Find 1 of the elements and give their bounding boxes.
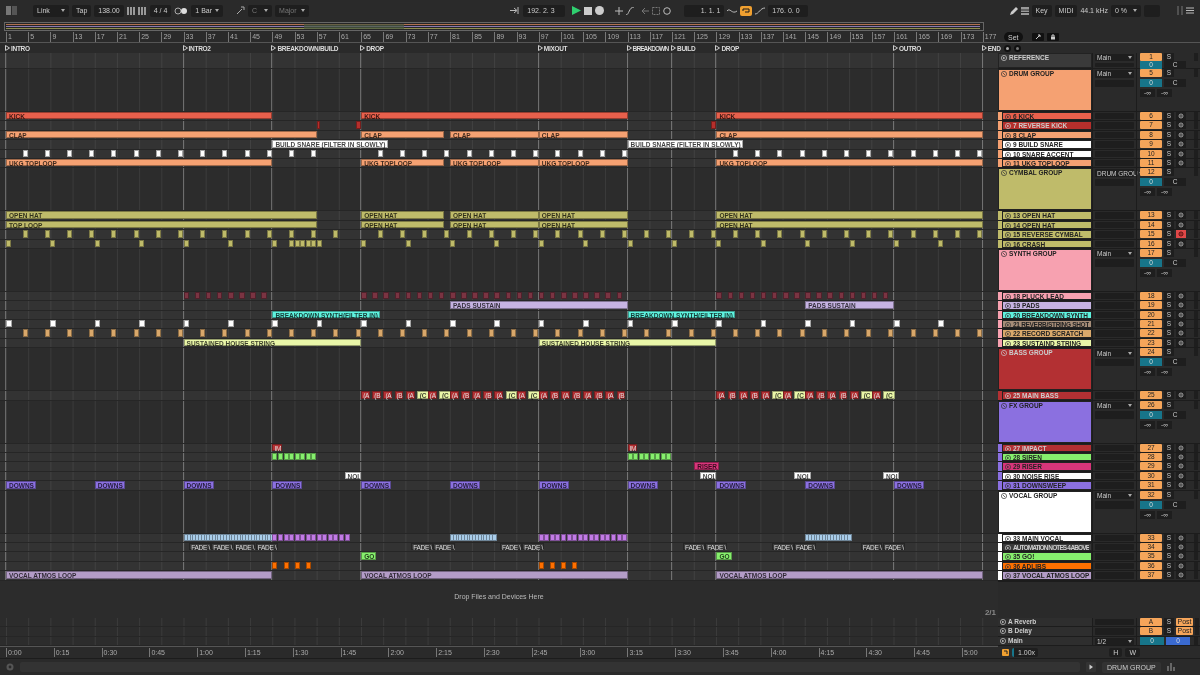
grid-label: 2/1	[984, 607, 996, 617]
